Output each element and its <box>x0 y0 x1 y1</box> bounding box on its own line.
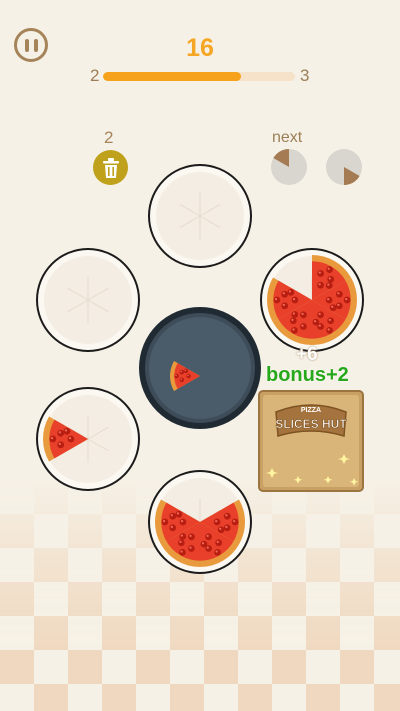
box-brand-name: SLICES HUT <box>275 417 347 431</box>
trash-icon <box>102 157 119 178</box>
level-progress-bar <box>103 72 295 81</box>
plate-top[interactable] <box>147 163 253 269</box>
level-next: 3 <box>300 66 310 85</box>
plate-bottom[interactable] <box>147 469 253 575</box>
score: 16 <box>186 34 214 62</box>
next-label: next <box>272 129 303 146</box>
plate-upper-right[interactable] <box>259 247 365 353</box>
trash-button[interactable] <box>93 150 128 185</box>
bonus-label: bonus+2 <box>266 364 349 386</box>
bonus-points: +6 <box>296 344 318 365</box>
level-progress-fill <box>103 72 242 81</box>
level-current: 2 <box>90 66 100 85</box>
trash-count: 2 <box>104 128 114 147</box>
next-piece-1 <box>271 149 307 185</box>
plate-center-pan[interactable] <box>138 306 262 430</box>
box-brand-small: PIZZA <box>301 407 321 414</box>
plate-upper-left[interactable] <box>35 247 141 353</box>
plate-lower-left[interactable] <box>35 386 141 492</box>
pizza-box[interactable]: PIZZA SLICES HUT <box>258 390 364 492</box>
next-piece-2 <box>326 149 362 185</box>
